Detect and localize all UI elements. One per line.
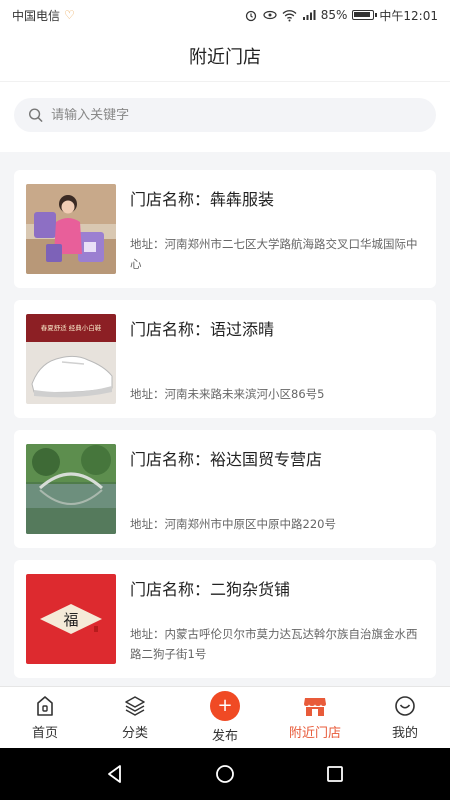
- store-info: 门店名称：犇犇服装 地址：河南郑州市二七区大学路航海路交叉口华城国际中心: [130, 184, 424, 274]
- clock: 中午12:01: [379, 8, 438, 23]
- plus-icon: +: [210, 691, 240, 721]
- search-icon: [28, 108, 43, 122]
- tab-publish[interactable]: + 发布: [180, 687, 270, 748]
- battery-percent: 85%: [320, 8, 348, 22]
- status-right: 85% 中午12:01: [244, 7, 438, 24]
- store-info: 门店名称：二狗杂货铺 地址：内蒙古呼伦贝尔市莫力达瓦达斡尔族自治旗金水西路二狗子…: [130, 574, 424, 664]
- store-list: 门店名称：犇犇服装 地址：河南郑州市二七区大学路航海路交叉口华城国际中心 春夏舒…: [0, 152, 450, 686]
- search-input[interactable]: [51, 107, 422, 123]
- store-info: 门店名称：裕达国贸专营店 地址：河南郑州市中原区中原中路220号: [130, 444, 424, 534]
- store-card[interactable]: 门店名称：裕达国贸专营店 地址：河南郑州市中原区中原中路220号: [14, 430, 436, 548]
- shoe-caption: 春夏舒适 经典小白鞋: [41, 323, 102, 332]
- search-area: [0, 82, 450, 152]
- store-thumbnail: [26, 444, 116, 534]
- carrier-label: 中国电信: [12, 8, 61, 23]
- eye-icon: [263, 10, 277, 20]
- store-info: 门店名称：语过添晴 地址：河南未来路未来滨河小区86号5: [130, 314, 424, 404]
- store-address: 地址：内蒙古呼伦贝尔市莫力达瓦达斡尔族自治旗金水西路二狗子街1号: [130, 627, 418, 661]
- recent-apps-icon[interactable]: [324, 763, 346, 785]
- store-name: 门店名称：语过添晴: [130, 320, 275, 339]
- back-icon[interactable]: [104, 763, 126, 785]
- search-bar[interactable]: [14, 98, 436, 132]
- store-name: 门店名称：二狗杂货铺: [130, 580, 291, 599]
- tab-label: 发布: [211, 729, 238, 744]
- home-button-icon[interactable]: [214, 763, 236, 785]
- store-card[interactable]: 福 门店名称：二狗杂货铺 地址：内蒙古呼伦贝尔市莫力达瓦达斡尔族自治旗金水西路二…: [14, 560, 436, 678]
- battery-icon: [352, 10, 378, 20]
- fu-character: 福: [63, 611, 78, 629]
- signal-icon: [302, 10, 316, 20]
- store-name: 门店名称：裕达国贸专营店: [130, 450, 323, 469]
- profile-icon: [395, 696, 415, 716]
- tab-label: 首页: [31, 726, 58, 741]
- store-thumbnail: [26, 184, 116, 274]
- store-name: 门店名称：犇犇服装: [130, 190, 275, 209]
- system-nav-bar: [0, 748, 450, 800]
- layers-icon: [125, 696, 145, 716]
- tab-nearby-stores[interactable]: 附近门店: [270, 687, 360, 748]
- tab-label: 我的: [391, 726, 418, 741]
- tab-bar: 首页 分类 + 发布 附近门店 我的: [0, 686, 450, 748]
- tab-home[interactable]: 首页: [0, 687, 90, 748]
- store-card[interactable]: 春夏舒适 经典小白鞋 门店名称：语过添晴 地址：河南未来路未来滨河小区86号5: [14, 300, 436, 418]
- status-bar: 中国电信 ♡ 85% 中午12:01: [0, 0, 450, 30]
- alarm-icon: [245, 10, 256, 22]
- heart-icon: ♡: [64, 8, 75, 22]
- wifi-icon: [282, 9, 297, 21]
- store-icon: [304, 698, 326, 716]
- store-address: 地址：河南郑州市二七区大学路航海路交叉口华城国际中心: [130, 237, 418, 271]
- store-card[interactable]: 门店名称：犇犇服装 地址：河南郑州市二七区大学路航海路交叉口华城国际中心: [14, 170, 436, 288]
- store-thumbnail: 春夏舒适 经典小白鞋: [26, 314, 116, 404]
- page-title: 附近门店: [0, 30, 450, 82]
- store-thumbnail: 福: [26, 574, 116, 664]
- store-address: 地址：河南郑州市中原区中原中路220号: [130, 517, 336, 531]
- tab-label: 附近门店: [288, 726, 341, 741]
- status-left: 中国电信 ♡: [12, 7, 75, 24]
- tab-profile[interactable]: 我的: [360, 687, 450, 748]
- store-address: 地址：河南未来路未来滨河小区86号5: [130, 387, 325, 401]
- tab-label: 分类: [121, 726, 148, 741]
- tab-category[interactable]: 分类: [90, 687, 180, 748]
- home-icon: [37, 696, 53, 716]
